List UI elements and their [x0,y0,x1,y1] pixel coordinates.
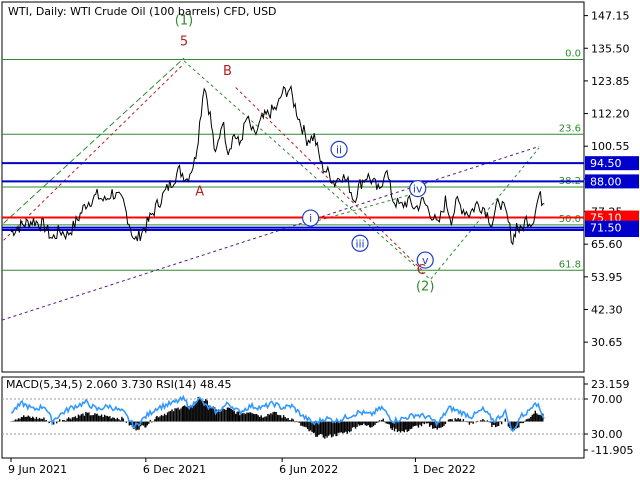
price-y-tick-label: 147.15 [591,10,630,23]
price-y-tick-label: 42.30 [591,303,623,316]
indicator-pane: 9 Jun 2021 6 Dec 2021 6 Jun 2022 1 Dec 2022… [1,376,633,476]
price-y-tick-label: 53.95 [591,271,623,284]
price-series-line [10,84,545,246]
fib-level-label: 61.8 [559,259,581,270]
indicator-y-tick-label: -11.905 [591,444,633,457]
trendline [1,145,540,321]
price-y-tick-label: 100.55 [591,140,630,153]
indicator-y-tick-label: 23.159 [591,378,630,391]
price-y-tick-label: 112.20 [591,108,630,121]
chart-title: WTI, Daily: WTI Crude Oil (100 barrels) … [8,5,277,18]
price-level-tag-label: 71.50 [590,222,622,235]
fib-level-label: 0.0 [565,48,581,59]
wave-label: iii [355,237,364,250]
price-y-tick-label: 30.65 [591,336,623,349]
x-tick-label: 6 Dec 2021 [143,463,206,476]
wave-label: ii [336,143,342,156]
wave-label: 5 [180,34,188,49]
trendline [3,63,185,241]
x-tick-label: 6 Jun 2022 [279,463,338,476]
indicator-y-tick-label: 30.00 [591,428,623,441]
price-level-tag-label: 94.50 [590,157,622,170]
wave-label: C [417,263,426,278]
price-y-tick-label: 135.50 [591,42,630,55]
wave-label: (2) [416,280,434,295]
price-pane: 147.15135.50123.85112.20100.5588.9077.25… [1,1,639,373]
indicator-title: MACD(5,34,5) 2.060 3.730 RSI(14) 48.45 [6,378,231,391]
indicator-y-tick-label: 70.00 [591,393,623,406]
wave-label: A [195,184,204,199]
wave-label: B [223,64,232,79]
rsi-line [10,394,545,433]
chart-canvas: 147.15135.50123.85112.20100.5588.9077.25… [1,1,639,476]
price-y-tick-label: 123.85 [591,75,630,88]
fib-level-label: 23.6 [559,123,581,134]
price-level-tag-label: 88.00 [590,175,622,188]
x-tick-label: 9 Jun 2021 [8,463,67,476]
wave-label: i [309,212,312,225]
price-y-tick-label: 65.60 [591,238,623,251]
x-tick-label: 1 Dec 2022 [412,463,475,476]
fib-level-label: 50.0 [559,214,581,225]
wave-label: iv [413,183,423,196]
